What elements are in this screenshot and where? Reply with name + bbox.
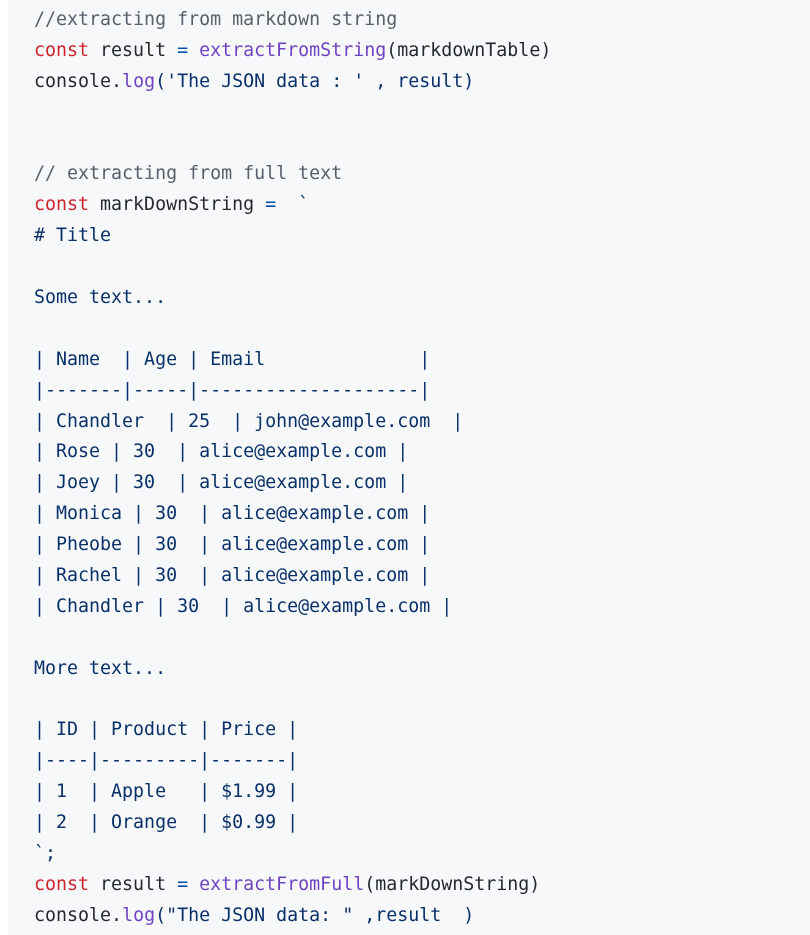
code-line: |----|---------|-------|: [34, 746, 551, 777]
code-args: ("The JSON data: " ,result ): [155, 904, 475, 926]
code-keyword: const: [34, 39, 90, 61]
code-line: | Monica | 30 | alice@example.com |: [34, 499, 551, 530]
code-string: | Monica | 30 | alice@example.com |: [34, 503, 431, 525]
code-string: | 2 | Orange | $0.99 |: [34, 812, 299, 834]
code-keyword: const: [34, 194, 90, 216]
code-string: More text...: [34, 657, 167, 679]
code-line: | Joey | 30 | alice@example.com |: [34, 468, 551, 499]
code-string: | ID | Product | Price |: [34, 719, 299, 741]
code-keyword: const: [34, 873, 90, 895]
code-string: | Rose | 30 | alice@example.com |: [34, 441, 409, 463]
code-line: | 2 | Orange | $0.99 |: [34, 808, 551, 839]
code-template-start: `: [276, 194, 310, 216]
code-string: |----|---------|-------|: [34, 750, 299, 772]
code-line: | Name | Age | Email |: [34, 345, 551, 376]
code-variable: markDownString: [89, 194, 266, 216]
code-variable: result: [89, 39, 178, 61]
code-operator: =: [265, 194, 277, 216]
code-block: //extracting from markdown string const r…: [8, 0, 810, 935]
code-method: log: [122, 70, 156, 92]
code-line: `;: [34, 839, 551, 870]
code-args: (markdownTable): [386, 39, 552, 61]
code-variable: result: [89, 873, 178, 895]
code-function: extractFromString: [188, 39, 387, 61]
code-line: | Pheobe | 30 | alice@example.com |: [34, 530, 551, 561]
code-operator: =: [177, 873, 189, 895]
code-string: | Joey | 30 | alice@example.com |: [34, 472, 409, 494]
code-content: //extracting from markdown string const r…: [34, 5, 551, 932]
code-line: # Title: [34, 221, 551, 252]
code-line: | ID | Product | Price |: [34, 715, 551, 746]
code-line: const result = extractFromString(markdow…: [34, 36, 551, 67]
code-operator: =: [177, 39, 189, 61]
code-string: # Title: [34, 225, 112, 247]
code-line: |-------|-----|--------------------|: [34, 376, 551, 407]
code-object: console.: [34, 904, 123, 926]
code-line: console.log('The JSON data : ' , result): [34, 67, 551, 98]
code-string: | 1 | Apple | $1.99 |: [34, 781, 299, 803]
code-method: log: [122, 904, 156, 926]
code-line: More text...: [34, 654, 551, 685]
code-line: console.log("The JSON data: " ,result ): [34, 901, 551, 932]
code-string: | Name | Age | Email |: [34, 348, 431, 370]
code-line: // extracting from full text: [34, 159, 551, 190]
code-string: Some text...: [34, 287, 167, 309]
code-line: const markDownString = `: [34, 190, 551, 221]
code-function: extractFromFull: [188, 873, 365, 895]
code-comment: // extracting from full text: [34, 163, 343, 185]
code-line: Some text...: [34, 283, 551, 314]
code-string: |-------|-----|--------------------|: [34, 379, 431, 401]
code-string: | Chandler | 30 | alice@example.com |: [34, 595, 453, 617]
code-line: | Chandler | 30 | alice@example.com |: [34, 592, 551, 623]
code-string: | Chandler | 25 | john@example.com |: [34, 410, 464, 432]
code-line: | Chandler | 25 | john@example.com |: [34, 407, 551, 438]
code-args: (markDownString): [364, 873, 541, 895]
code-string: | Pheobe | 30 | alice@example.com |: [34, 534, 431, 556]
code-line: | Rose | 30 | alice@example.com |: [34, 437, 551, 468]
code-line: | 1 | Apple | $1.99 |: [34, 777, 551, 808]
code-line: //extracting from markdown string: [34, 5, 551, 36]
code-object: console.: [34, 70, 123, 92]
code-line: | Rachel | 30 | alice@example.com |: [34, 561, 551, 592]
code-string: | Rachel | 30 | alice@example.com |: [34, 565, 431, 587]
code-string: `;: [34, 843, 57, 865]
code-comment: //extracting from markdown string: [34, 9, 398, 30]
code-line: const result = extractFromFull(markDownS…: [34, 870, 551, 901]
code-args: ('The JSON data : ' , result): [155, 70, 475, 92]
